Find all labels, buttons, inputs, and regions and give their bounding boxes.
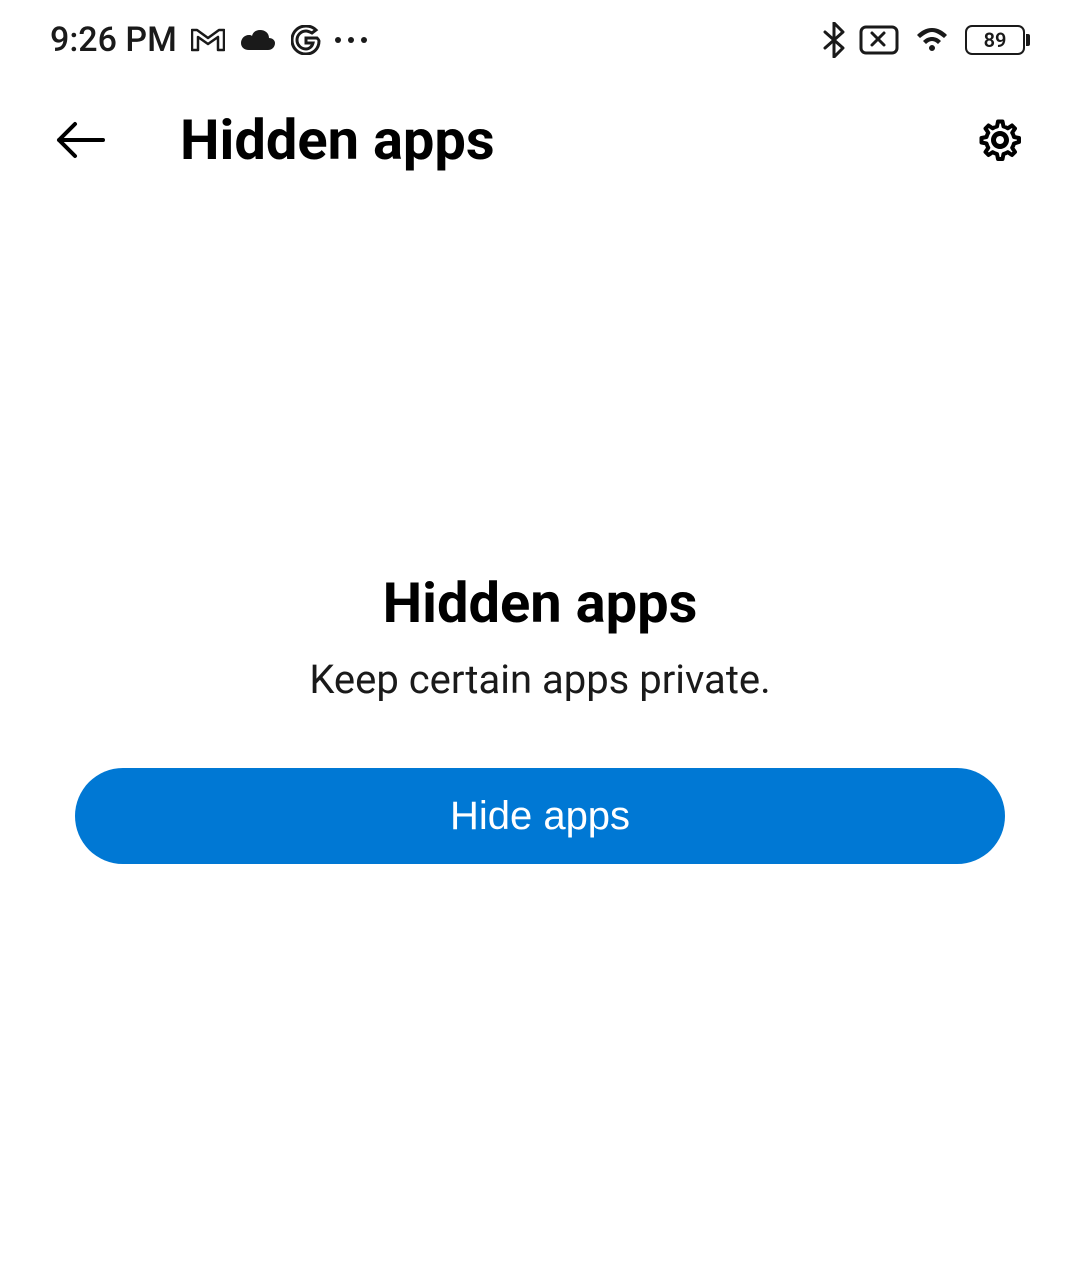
back-button[interactable] [50, 120, 110, 160]
hide-apps-button[interactable]: Hide apps [75, 768, 1005, 864]
google-icon [291, 25, 321, 55]
content-subtitle: Keep certain apps private. [309, 656, 770, 703]
status-time: 9:26 PM [50, 20, 177, 60]
bluetooth-icon [823, 22, 845, 58]
settings-button[interactable] [970, 115, 1030, 165]
main-content: Hidden apps Keep certain apps private. H… [0, 570, 1080, 864]
more-dots-icon [335, 37, 367, 43]
battery-level: 89 [984, 28, 1007, 52]
content-title: Hidden apps [383, 570, 698, 636]
battery-icon: 89 [965, 25, 1030, 55]
status-bar-right: 89 [823, 22, 1030, 58]
app-bar: Hidden apps [0, 80, 1080, 200]
status-bar: 9:26 PM [0, 0, 1080, 80]
page-title: Hidden apps [180, 107, 970, 173]
cloud-icon [239, 28, 277, 52]
gear-icon [975, 115, 1025, 165]
wifi-icon [913, 26, 951, 54]
gmail-icon [191, 27, 225, 53]
arrow-left-icon [55, 120, 105, 160]
status-bar-left: 9:26 PM [50, 20, 367, 60]
do-not-disturb-icon [859, 25, 899, 55]
